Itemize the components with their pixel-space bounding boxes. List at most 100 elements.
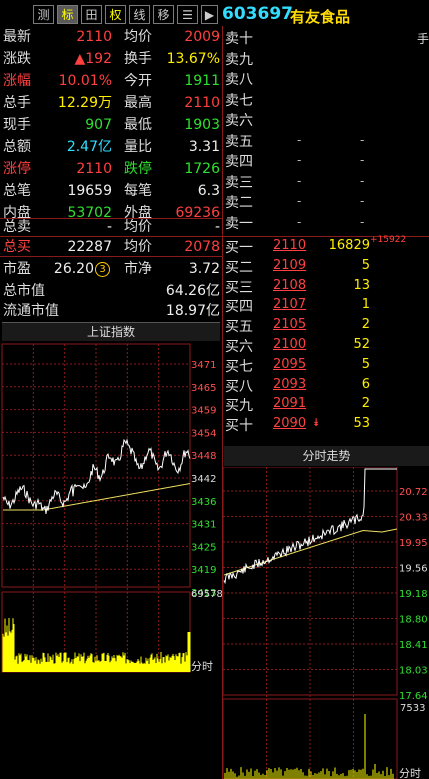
pe-label: 市盈: [3, 261, 31, 277]
buy-level-extra: +15922: [370, 235, 407, 245]
buy-level-label: 买八: [225, 378, 253, 395]
mktcap-label: 总市值: [3, 283, 45, 299]
buy-level-volume: 16829: [328, 238, 370, 253]
sell-level-label: 卖八: [225, 72, 253, 88]
pe-badge-icon: 3: [95, 262, 110, 277]
buy-level-label: 买五: [225, 319, 253, 336]
cur-label: 现手: [3, 117, 31, 133]
y-tick-label: 17.64: [399, 691, 428, 702]
y-tick-label: 20.72: [399, 487, 428, 498]
y-tick-label: 3419: [191, 565, 216, 576]
buy-level-volume: 6: [361, 376, 370, 392]
low-value: 1903: [184, 117, 220, 133]
toolbar: 测 标 田 权 线 移 ☰ ▶ 603697 有友食品 手: [0, 4, 429, 46]
trades-value: 19659: [67, 183, 112, 199]
change-value: ▲192: [74, 51, 113, 67]
sell-level-label: 卖五: [225, 133, 253, 150]
menu-icon[interactable]: ☰: [177, 5, 198, 24]
sell-level-label: 卖二: [225, 195, 253, 211]
y-tick-label: 3459: [191, 406, 216, 417]
corner-label: 手: [417, 32, 429, 46]
buy-level-label: 买四: [225, 299, 253, 316]
high-value: 2110: [184, 95, 220, 111]
sell-level-label: 卖三: [225, 174, 253, 191]
ratio-value: 3.31: [188, 139, 220, 155]
play-icon[interactable]: ▶: [201, 5, 218, 24]
toolbar-btn-quan[interactable]: 权: [105, 5, 126, 24]
y-tick-label: 19.18: [399, 589, 428, 600]
limitup-value: 2110: [76, 161, 112, 177]
stock-chart: 20.72 20.33 19.95 19.56 19.18 18.80 18.41 18.03…: [222, 467, 428, 779]
mktcap-value: 64.26亿: [165, 283, 220, 299]
index-chart-title: 上证指数: [2, 322, 220, 341]
latest-label: 最新: [3, 29, 31, 45]
sell-level-volume: -: [360, 194, 365, 208]
pe-value: 26.20: [53, 261, 94, 277]
y-tick-label: 19.56: [399, 564, 428, 575]
y-tick-label: 3454: [191, 428, 216, 439]
y-tick-label: 3471: [191, 360, 216, 371]
pertrade-value: 6.3: [197, 183, 220, 199]
cur-value: 907: [85, 117, 112, 133]
toolbar-btn-xian[interactable]: 线: [129, 5, 150, 24]
sell-level-price: -: [297, 132, 302, 147]
pct-label: 涨幅: [3, 73, 31, 89]
sell-level-volume: -: [360, 153, 365, 167]
turnover-value: 13.67%: [166, 51, 220, 67]
turnover-label: 换手: [124, 51, 152, 67]
price-line: [223, 468, 397, 585]
sell-level-price: -: [297, 173, 302, 188]
avg2-value: -: [214, 219, 220, 235]
high-label: 最高: [124, 95, 152, 111]
sell-level-volume: -: [360, 132, 365, 147]
y-tick-label: 3436: [191, 497, 216, 508]
toolbar-btn-ce[interactable]: 测: [33, 5, 54, 24]
buy-level-label: 买九: [225, 398, 253, 415]
limitdown-value: 1726: [184, 161, 220, 177]
toolbar-btn-tian[interactable]: 田: [81, 5, 102, 24]
buy-level-price: 2109: [273, 257, 307, 273]
change-label: 涨跌: [3, 51, 31, 67]
buy-level-price: 2095: [273, 356, 307, 372]
sell-level-label: 卖六: [225, 113, 253, 129]
volume-axis-label: 分时: [191, 660, 213, 673]
sell-level-price: -: [297, 194, 302, 208]
y-tick-label: 3425: [191, 542, 216, 553]
buy-level-volume: 5: [361, 356, 370, 372]
avg3-label: 均价: [124, 239, 152, 255]
open-value: 1911: [184, 73, 220, 89]
toolbar-btn-biao[interactable]: 标: [57, 5, 78, 24]
buy-level-price: 2105: [273, 317, 307, 333]
pb-value: 3.72: [188, 261, 220, 277]
buy-level-volume: 1: [361, 297, 370, 313]
buy-level-price: 2100: [273, 337, 307, 352]
ratio-label: 量比: [124, 139, 152, 155]
volume-value: 12.29万: [57, 95, 112, 111]
sell-level-label: 卖九: [225, 51, 253, 68]
float-label: 流通市值: [3, 303, 59, 319]
buy-level-label: 买七: [225, 358, 253, 375]
buy-level-volume: 2: [361, 396, 370, 412]
buy-level-price: 2110: [273, 238, 307, 253]
buy-level-price: 2090: [273, 416, 307, 432]
buy-level-price: 2107: [273, 297, 307, 313]
buy-level-volume: 2: [361, 317, 370, 333]
limitdown-label: 跌停: [124, 161, 152, 177]
totalsell-label: 总卖: [3, 219, 31, 235]
buy-level-label: 买三: [225, 279, 253, 296]
buy-level-price: 2091: [273, 396, 307, 412]
y-tick-label: 20.33: [399, 513, 428, 524]
pct-value: 10.01%: [58, 73, 112, 89]
pb-label: 市净: [124, 261, 152, 277]
totalbuy-label: 总买: [3, 239, 31, 255]
volume-max-label: 7533: [400, 703, 425, 714]
stock-code: 603697: [222, 4, 293, 24]
y-tick-label: 19.95: [399, 538, 428, 549]
sell-level-volume: -: [360, 214, 365, 229]
avg3-value: 2078: [184, 239, 220, 255]
y-tick-label: 3448: [191, 451, 216, 462]
pertrade-label: 每笔: [124, 183, 152, 199]
down-arrow-icon: ⯯: [313, 416, 320, 430]
buy-level-volume: 52: [353, 337, 370, 352]
toolbar-btn-yi[interactable]: 移: [153, 5, 174, 24]
